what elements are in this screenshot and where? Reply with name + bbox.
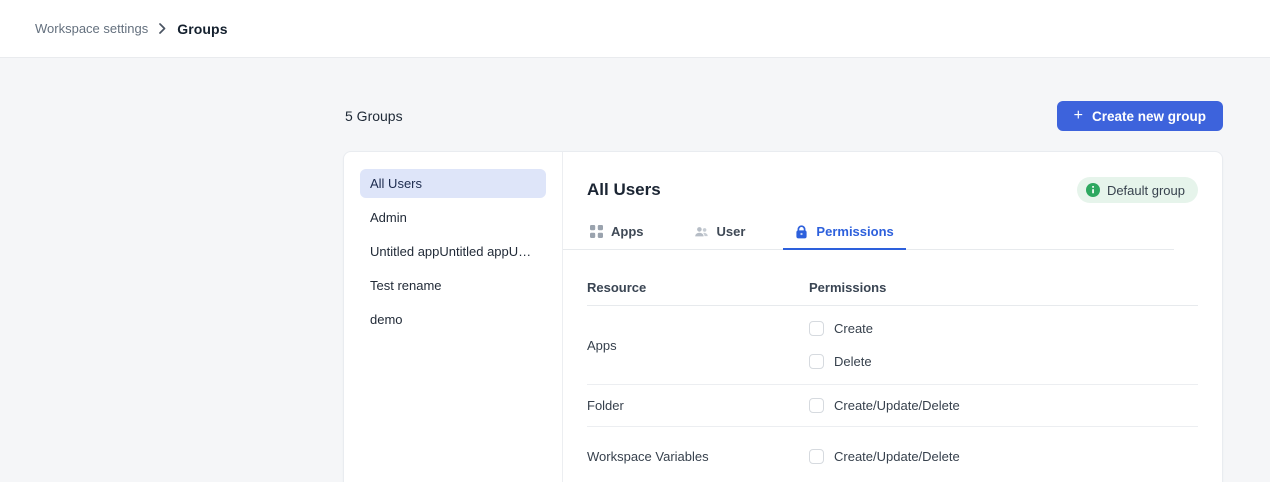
breadcrumb-groups: Groups bbox=[177, 21, 227, 37]
workspace-variables-cud-checkbox[interactable] bbox=[809, 449, 824, 464]
group-item-all-users[interactable]: All Users bbox=[360, 169, 546, 198]
info-icon bbox=[1086, 183, 1100, 197]
folder-cud-checkbox[interactable] bbox=[809, 398, 824, 413]
groups-page: 5 Groups + Create new group All Users Ad… bbox=[343, 101, 1223, 482]
tab-apps-label: Apps bbox=[611, 224, 644, 239]
create-new-group-button[interactable]: + Create new group bbox=[1057, 101, 1223, 131]
breadcrumb-workspace-settings[interactable]: Workspace settings bbox=[35, 21, 148, 36]
folder-cud-label: Create/Update/Delete bbox=[834, 398, 960, 413]
group-list: All Users Admin Untitled appUntitled app… bbox=[344, 152, 563, 482]
plus-icon: + bbox=[1074, 108, 1083, 124]
perm-folder-cud: Create/Update/Delete bbox=[809, 398, 960, 413]
resource-label: Folder bbox=[587, 398, 809, 413]
apps-delete-label: Delete bbox=[834, 354, 872, 369]
breadcrumb: Workspace settings Groups bbox=[0, 0, 1270, 58]
chevron-right-icon bbox=[158, 23, 167, 34]
column-resource: Resource bbox=[587, 280, 809, 295]
table-row-folder: Folder Create/Update/Delete bbox=[587, 385, 1198, 427]
group-item-admin[interactable]: Admin bbox=[360, 203, 546, 232]
tab-permissions[interactable]: Permissions bbox=[783, 222, 905, 249]
workspace-variables-cud-label: Create/Update/Delete bbox=[834, 449, 960, 464]
grid-icon bbox=[590, 225, 603, 238]
create-new-group-label: Create new group bbox=[1092, 109, 1206, 124]
groups-count: 5 Groups bbox=[343, 108, 403, 124]
table-row-apps: Apps Create Delete bbox=[587, 306, 1198, 385]
default-group-badge: Default group bbox=[1077, 177, 1198, 203]
table-row-workspace-variables: Workspace Variables Create/Update/Delete bbox=[587, 427, 1198, 477]
apps-delete-checkbox[interactable] bbox=[809, 354, 824, 369]
column-permissions: Permissions bbox=[809, 280, 886, 295]
apps-create-label: Create bbox=[834, 321, 873, 336]
tab-apps[interactable]: Apps bbox=[578, 222, 656, 249]
panel-header: All Users Default group bbox=[563, 177, 1222, 203]
group-title: All Users bbox=[587, 180, 661, 200]
perm-apps-delete: Delete bbox=[809, 354, 873, 369]
perm-apps-create: Create bbox=[809, 321, 873, 336]
tab-user[interactable]: User bbox=[682, 222, 758, 249]
group-item-untitled-app[interactable]: Untitled appUntitled appUntitle… bbox=[360, 237, 546, 266]
resource-label: Workspace Variables bbox=[587, 449, 809, 464]
groups-card: All Users Admin Untitled appUntitled app… bbox=[343, 151, 1223, 482]
groups-toolbar: 5 Groups + Create new group bbox=[343, 101, 1223, 131]
apps-create-checkbox[interactable] bbox=[809, 321, 824, 336]
tabs-bar: Apps User bbox=[563, 222, 1174, 250]
users-icon bbox=[694, 225, 709, 238]
resource-label: Apps bbox=[587, 338, 809, 353]
tab-user-label: User bbox=[717, 224, 746, 239]
perm-wv-cud: Create/Update/Delete bbox=[809, 449, 960, 464]
group-item-demo[interactable]: demo bbox=[360, 305, 546, 334]
group-item-test-rename[interactable]: Test rename bbox=[360, 271, 546, 300]
group-detail-panel: All Users Default group bbox=[563, 152, 1222, 482]
lock-icon bbox=[795, 225, 808, 239]
permissions-table-header: Resource Permissions bbox=[587, 280, 1198, 306]
default-group-badge-label: Default group bbox=[1107, 183, 1185, 198]
permissions-table: Resource Permissions Apps Create Delete bbox=[587, 280, 1198, 477]
tab-permissions-label: Permissions bbox=[816, 224, 893, 239]
